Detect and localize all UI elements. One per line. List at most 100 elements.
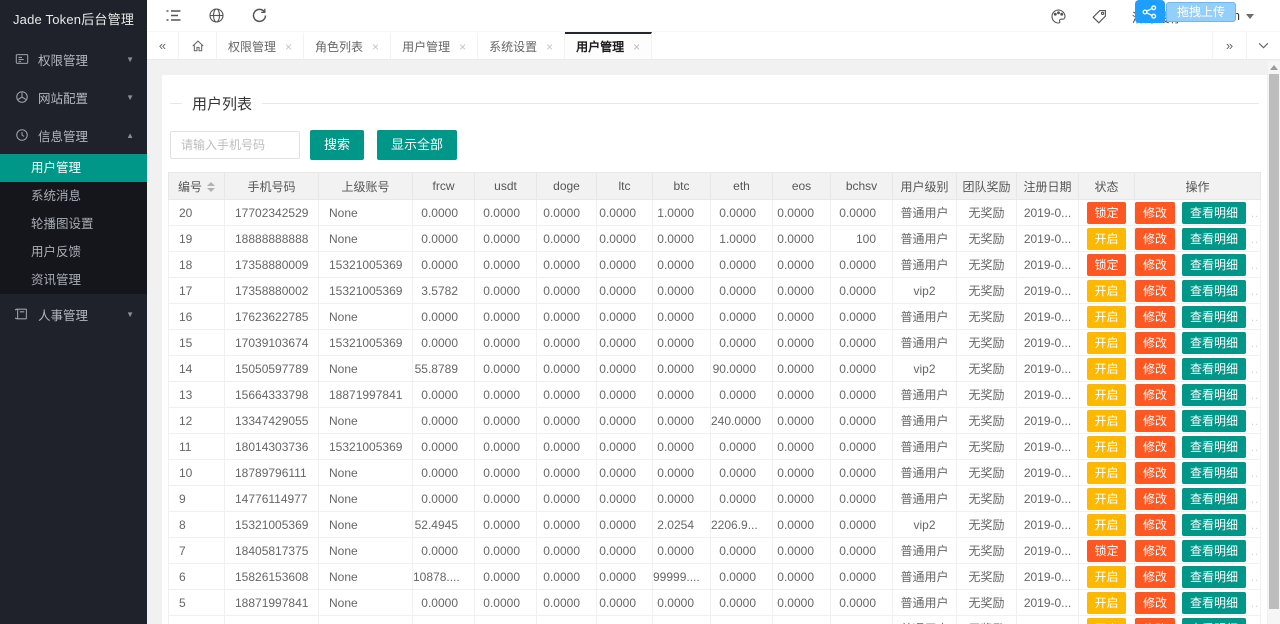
modify-button[interactable]: 修改 [1135,254,1175,276]
tab-system-settings[interactable]: 系统设置× [478,32,565,59]
table-cell: 0.0000 [653,304,711,330]
refresh-icon[interactable] [251,7,268,24]
modify-button[interactable]: 修改 [1135,436,1175,458]
status-locked-button[interactable]: 锁定 [1087,540,1125,562]
drag-upload-widget[interactable]: 拖拽上传 [1135,0,1236,23]
tab-permission[interactable]: 权限管理× [217,32,304,59]
status-open-button[interactable]: 开启 [1087,436,1125,458]
globe-icon[interactable] [208,7,225,24]
status-open-button[interactable]: 开启 [1087,280,1125,302]
view-detail-button[interactable]: 查看明细 [1182,462,1246,484]
modify-button[interactable]: 修改 [1135,306,1175,328]
status-open-button[interactable]: 开启 [1087,384,1125,406]
tabs-menu-button[interactable] [1246,32,1280,59]
table-cell: 0.0000 [475,538,537,564]
status-open-button[interactable]: 开启 [1087,228,1125,250]
status-cell: 开启 [1079,408,1135,434]
view-detail-button[interactable]: 查看明细 [1182,566,1246,588]
sort-icon[interactable] [207,182,215,192]
view-detail-button[interactable]: 查看明细 [1182,410,1246,432]
phone-search-input[interactable] [170,131,300,159]
view-detail-button[interactable]: 查看明细 [1182,332,1246,354]
tag-icon[interactable] [1091,8,1108,25]
tab-label: 角色列表 [315,38,363,55]
tabs-scroll-left-button[interactable]: « [147,32,179,59]
table-row: 518871997841None0.00000.00000.00000.0000… [169,590,1261,616]
vertical-scrollbar[interactable] [1268,61,1280,624]
view-detail-button[interactable]: 查看明细 [1182,358,1246,380]
table-cell: 0.0000 [597,486,653,512]
search-button[interactable]: 搜索 [310,130,364,160]
theme-palette-icon[interactable] [1050,8,1067,25]
show-all-button[interactable]: 显示全部 [377,130,457,160]
tab-user-management-1[interactable]: 用户管理× [391,32,478,59]
tab-role-list[interactable]: 角色列表 × [304,32,391,59]
close-icon[interactable]: × [372,41,379,53]
status-open-button[interactable]: 开启 [1087,514,1125,536]
table-cell: 15321005369 [319,434,413,460]
view-detail-button[interactable]: 查看明细 [1182,436,1246,458]
view-detail-button[interactable]: 查看明细 [1182,280,1246,302]
modify-button[interactable]: 修改 [1135,514,1175,536]
close-icon[interactable]: × [633,41,640,53]
scroll-up-arrow-icon[interactable] [1270,65,1278,70]
close-icon[interactable]: × [546,41,553,53]
status-open-button[interactable]: 开启 [1087,566,1125,588]
column-header[interactable]: 编号 [169,173,225,200]
view-detail-button[interactable]: 查看明细 [1182,514,1246,536]
sidebar-item-user-feedback[interactable]: 用户反馈 [0,238,147,266]
view-detail-button[interactable]: 查看明细 [1182,306,1246,328]
home-tab[interactable] [179,32,217,59]
status-open-button[interactable]: 开启 [1087,332,1125,354]
tabs-scroll-right-button[interactable]: » [1212,32,1246,59]
modify-button[interactable]: 修改 [1135,540,1175,562]
table-cell: 0.0000 [711,278,773,304]
status-open-button[interactable]: 开启 [1087,306,1125,328]
view-detail-button[interactable]: 查看明细 [1182,540,1246,562]
view-detail-button[interactable]: 查看明细 [1182,202,1246,224]
modify-button[interactable]: 修改 [1135,618,1175,624]
status-open-button[interactable]: 开启 [1087,410,1125,432]
scrollbar-thumb[interactable] [1269,74,1279,609]
modify-button[interactable]: 修改 [1135,566,1175,588]
sidebar-item-news-management[interactable]: 资讯管理 [0,266,147,294]
sidebar-item-site-config[interactable]: 网站配置 ▼ [0,78,147,116]
sidebar-item-carousel-settings[interactable]: 轮播图设置 [0,210,147,238]
sidebar-item-permission[interactable]: 权限管理 ▼ [0,40,147,78]
sidebar-item-user-management[interactable]: 用户管理 [0,154,147,182]
table-cell: 0.0000 [773,226,831,252]
status-open-button[interactable]: 开启 [1087,462,1125,484]
modify-button[interactable]: 修改 [1135,358,1175,380]
close-icon[interactable]: × [285,41,292,53]
modify-button[interactable]: 修改 [1135,410,1175,432]
status-open-button[interactable]: 开启 [1087,358,1125,380]
modify-button[interactable]: 修改 [1135,592,1175,614]
modify-button[interactable]: 修改 [1135,280,1175,302]
table-cell: 18 [169,252,225,278]
tab-user-management-active[interactable]: 用户管理 × [565,32,652,59]
collapse-menu-icon[interactable] [165,7,182,24]
view-detail-button[interactable]: 查看明细 [1182,618,1246,624]
view-detail-button[interactable]: 查看明细 [1182,228,1246,250]
status-locked-button[interactable]: 锁定 [1087,202,1125,224]
modify-button[interactable]: 修改 [1135,228,1175,250]
status-open-button[interactable]: 开启 [1087,592,1125,614]
status-open-button[interactable]: 开启 [1087,618,1125,624]
tab-label: 用户管理 [576,38,624,55]
view-detail-button[interactable]: 查看明细 [1182,384,1246,406]
status-locked-button[interactable]: 锁定 [1087,254,1125,276]
sidebar-item-system-messages[interactable]: 系统消息 [0,182,147,210]
modify-button[interactable]: 修改 [1135,488,1175,510]
sidebar-item-info[interactable]: 信息管理 ▲ [0,116,147,154]
view-detail-button[interactable]: 查看明细 [1182,592,1246,614]
modify-button[interactable]: 修改 [1135,332,1175,354]
close-icon[interactable]: × [459,41,466,53]
view-detail-button[interactable]: 查看明细 [1182,488,1246,510]
table-cell: 200000... [711,616,773,624]
modify-button[interactable]: 修改 [1135,462,1175,484]
modify-button[interactable]: 修改 [1135,384,1175,406]
view-detail-button[interactable]: 查看明细 [1182,254,1246,276]
sidebar-item-hr[interactable]: 人事管理 ▼ [0,295,147,333]
modify-button[interactable]: 修改 [1135,202,1175,224]
status-open-button[interactable]: 开启 [1087,488,1125,510]
